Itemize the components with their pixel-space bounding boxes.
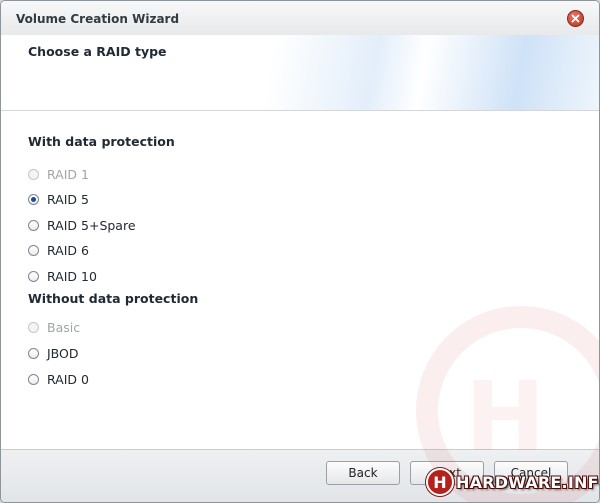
radio-button[interactable] bbox=[28, 373, 39, 385]
radio-button[interactable] bbox=[28, 347, 39, 359]
option-label: RAID 10 bbox=[47, 268, 97, 284]
section-heading-with-protection: With data protection bbox=[28, 134, 175, 149]
radio-option-basic[interactable]: Basic bbox=[28, 318, 80, 336]
wizard-header: Choose a RAID type bbox=[1, 35, 599, 111]
raid-options-panel: With data protection RAID 1 RAID 5 RAID … bbox=[1, 111, 599, 450]
next-button[interactable]: Next bbox=[410, 461, 484, 485]
radio-option-raid-10[interactable]: RAID 10 bbox=[28, 267, 97, 285]
radio-option-raid-1[interactable]: RAID 1 bbox=[28, 165, 89, 183]
radio-button[interactable] bbox=[28, 168, 39, 180]
close-button[interactable] bbox=[567, 10, 584, 27]
wizard-window: Volume Creation Wizard Choose a RAID typ… bbox=[0, 0, 600, 503]
radio-option-jbod[interactable]: JBOD bbox=[28, 344, 79, 362]
option-label: Basic bbox=[47, 319, 81, 335]
option-label: RAID 5+Spare bbox=[47, 217, 136, 233]
section-heading-without-protection: Without data protection bbox=[28, 291, 199, 306]
option-label: RAID 5 bbox=[47, 191, 89, 207]
cancel-button[interactable]: Cancel bbox=[494, 461, 568, 485]
radio-button[interactable] bbox=[28, 244, 39, 256]
radio-button[interactable] bbox=[28, 321, 39, 333]
radio-option-raid-5[interactable]: RAID 5 bbox=[28, 190, 89, 208]
option-label: RAID 1 bbox=[47, 166, 89, 182]
option-label: RAID 6 bbox=[47, 242, 89, 258]
back-button[interactable]: Back bbox=[326, 461, 400, 485]
option-label: JBOD bbox=[47, 345, 79, 361]
page-title: Choose a RAID type bbox=[28, 44, 167, 59]
window-title: Volume Creation Wizard bbox=[16, 12, 180, 26]
wizard-footer: Back Next Cancel bbox=[1, 449, 599, 502]
close-icon bbox=[571, 14, 580, 23]
radio-option-raid-0[interactable]: RAID 0 bbox=[28, 370, 89, 388]
radio-button[interactable] bbox=[28, 219, 39, 231]
radio-option-raid-5-spare[interactable]: RAID 5+Spare bbox=[28, 216, 136, 234]
radio-option-raid-6[interactable]: RAID 6 bbox=[28, 241, 89, 259]
radio-button[interactable] bbox=[28, 270, 39, 282]
option-label: RAID 0 bbox=[47, 371, 89, 387]
title-bar: Volume Creation Wizard bbox=[1, 1, 599, 36]
radio-button[interactable] bbox=[28, 193, 39, 205]
